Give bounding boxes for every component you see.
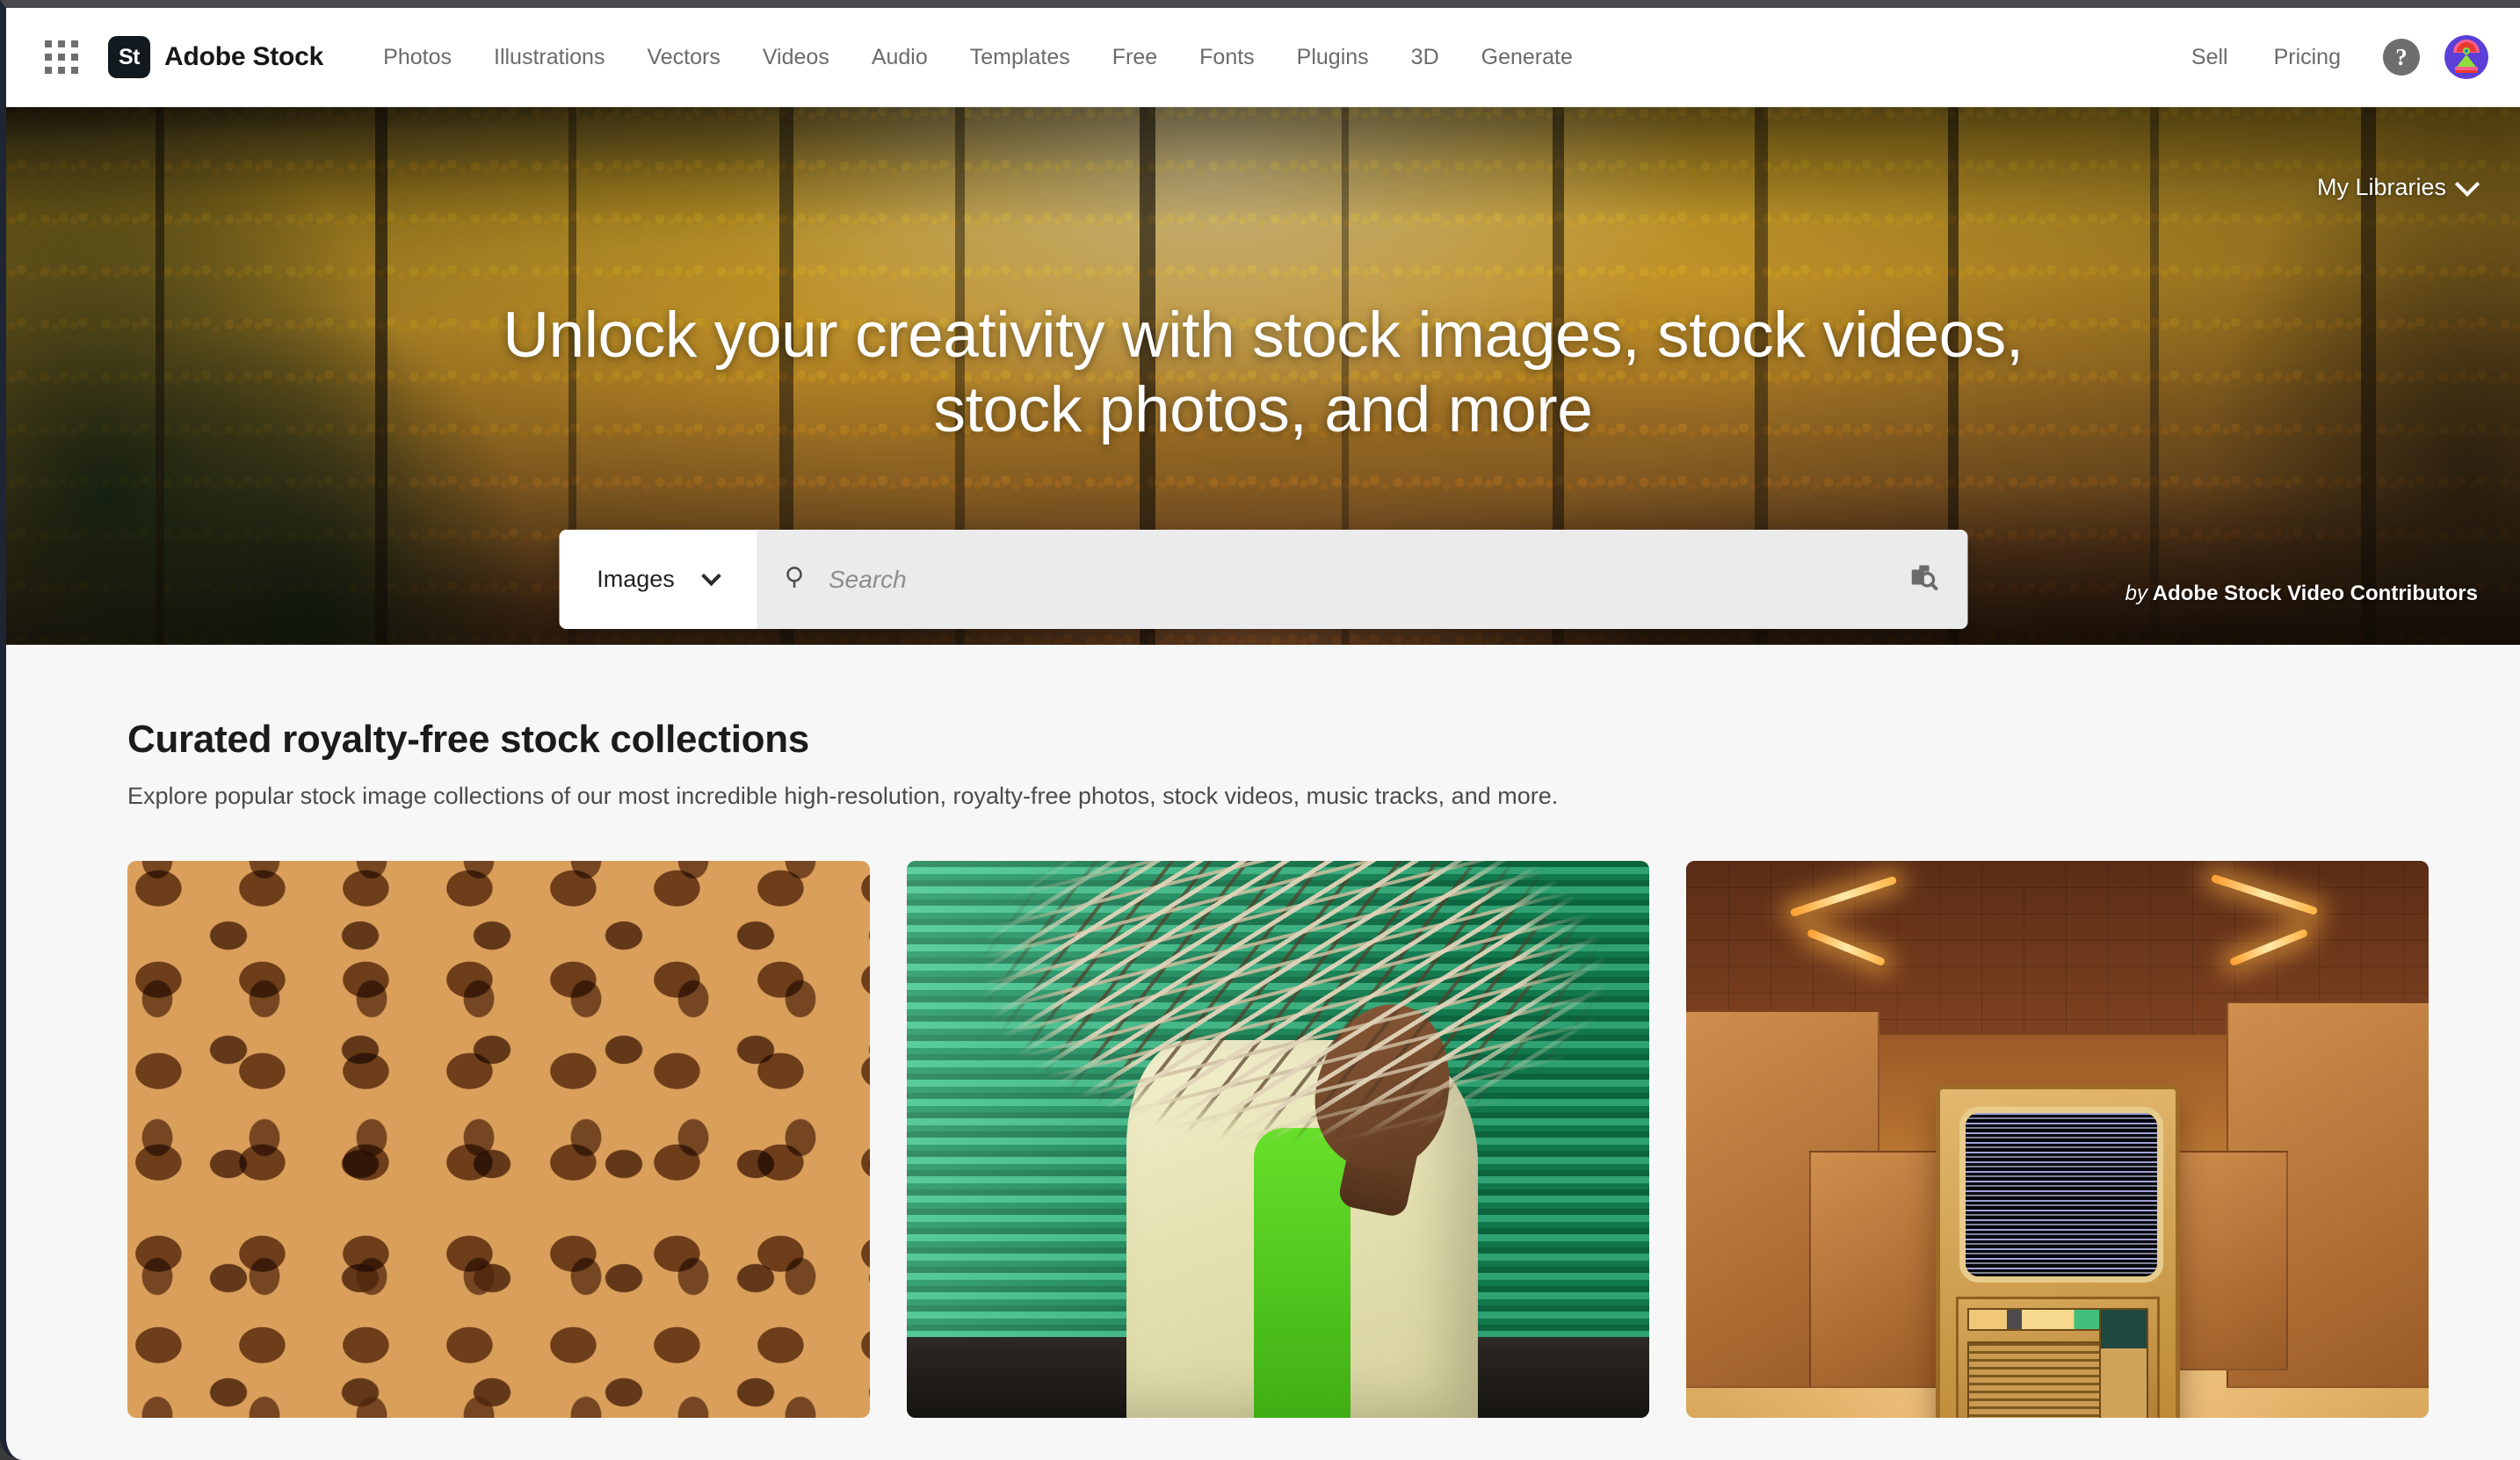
top-navigation-bar: St Adobe Stock Photos Illustrations Vect… [6,8,2520,107]
tv-dials-panel [2098,1308,2148,1418]
collection-card-pasta[interactable] [127,861,870,1418]
my-libraries-button[interactable]: My Libraries [2316,171,2480,201]
tv-speaker-grill [1966,1341,2117,1418]
collections-grid [127,861,2520,1418]
app-grid-dot [58,67,65,74]
search-input[interactable] [829,565,1888,594]
page-root: St Adobe Stock Photos Illustrations Vect… [6,8,2520,1460]
collections-subtitle: Explore popular stock image collections … [127,783,1559,809]
chevron-down-icon [2454,171,2480,197]
collection-image-portrait [907,861,1649,1418]
search-type-dropdown[interactable]: Images [559,530,757,629]
nav-item-audio[interactable]: Audio [851,36,949,79]
brand-home-link[interactable]: St Adobe Stock [108,36,323,78]
hero-banner: My Libraries Unlock your creativity with… [6,107,2520,645]
app-grid-dot [45,40,52,47]
app-grid-dot [71,40,78,47]
app-grid-dot [71,54,78,61]
app-grid-dot [58,40,65,47]
nav-item-illustrations[interactable]: Illustrations [473,36,626,79]
search-type-label: Images [597,566,675,592]
collection-image-retro-tv [1686,861,2429,1418]
collections-section: Curated royalty-free stock collections E… [6,645,2520,1418]
nav-item-sell[interactable]: Sell [2169,36,2251,79]
hero-title: Unlock your creativity with stock images… [503,300,2024,445]
app-grid-dot [58,54,65,61]
secondary-nav: Sell Pricing ? [2169,35,2488,79]
search-field [757,530,1967,629]
help-icon[interactable]: ? [2383,39,2420,76]
collection-image-pasta [127,861,870,1418]
nav-item-generate[interactable]: Generate [1460,36,1594,79]
primary-nav: Photos Illustrations Vectors Videos Audi… [362,36,1594,79]
tv-screen [1959,1107,2163,1283]
visual-search-icon[interactable] [1908,562,1937,596]
browser-window: St Adobe Stock Photos Illustrations Vect… [0,0,2520,1460]
window-bottom-edge [6,1437,2520,1460]
nav-item-free[interactable]: Free [1091,36,1178,79]
portrait-braids [907,861,1649,1418]
user-avatar[interactable] [2444,35,2488,79]
nav-item-fonts[interactable]: Fonts [1178,36,1276,79]
nav-item-templates[interactable]: Templates [949,36,1091,79]
collection-card-portrait[interactable] [907,861,1649,1418]
retro-tv-set [1935,1085,2180,1418]
magnifier-icon [783,564,809,595]
nav-item-plugins[interactable]: Plugins [1276,36,1390,79]
nav-item-vectors[interactable]: Vectors [626,36,741,79]
brand-name-label: Adobe Stock [164,42,324,71]
app-grid-dot [45,67,52,74]
hero-attribution-name: Adobe Stock Video Contributors [2152,582,2478,605]
nav-item-pricing[interactable]: Pricing [2251,36,2364,79]
tv-static [1965,1113,2157,1276]
tv-control-panel [1955,1297,2160,1418]
collections-title: Curated royalty-free stock collections [127,718,809,761]
my-libraries-label: My Libraries [2316,174,2446,200]
nav-item-photos[interactable]: Photos [362,36,473,79]
collection-card-retro-tv[interactable] [1686,861,2429,1418]
tv-color-bars [1966,1308,2117,1331]
hero-attribution-by: by [2125,582,2147,605]
tv-shelf [1809,1151,1950,1388]
app-grid-icon[interactable] [41,37,82,77]
adobe-stock-logo-icon: St [108,36,150,78]
app-grid-dot [45,54,52,61]
nav-item-videos[interactable]: Videos [742,36,851,79]
nav-item-3d[interactable]: 3D [1390,36,1460,79]
hero-attribution: by Adobe Stock Video Contributors [2125,582,2478,606]
app-grid-dot [71,67,78,74]
search-bar: Images [559,530,1967,629]
chevron-down-icon [701,565,722,586]
